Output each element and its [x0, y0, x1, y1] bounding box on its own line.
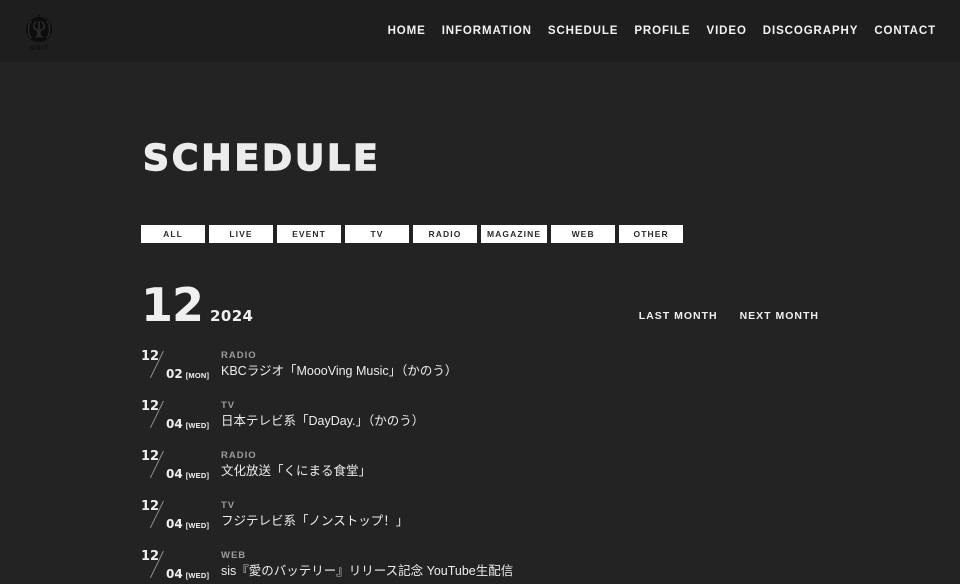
date-day: 02: [166, 367, 183, 381]
site-header: SIS/T HOME INFORMATION SCHEDULE PROFILE …: [0, 0, 960, 62]
nav-link-discography[interactable]: DISCOGRAPHY: [755, 25, 867, 37]
schedule-category: TV: [221, 400, 236, 411]
schedule-date: 12 04 [WED]: [141, 398, 221, 438]
month-year: 2024: [210, 307, 254, 325]
last-month-button[interactable]: LAST MONTH: [639, 310, 718, 322]
month-header: 12 2024 LAST MONTH NEXT MONTH: [141, 282, 819, 328]
nav-link-contact[interactable]: CONTACT: [866, 25, 944, 37]
date-dayofweek: [MON]: [185, 371, 210, 380]
month-navigation: LAST MONTH NEXT MONTH: [639, 310, 819, 328]
schedule-title: KBCラジオ「MoooVing Music」（かのう）: [221, 364, 458, 379]
date-month: 12: [141, 549, 160, 564]
schedule-title: フジテレビ系「ノンストップ！」: [221, 514, 409, 529]
date-dayofweek: [WED]: [185, 471, 210, 480]
site-logo[interactable]: SIS/T: [18, 10, 60, 54]
schedule-info: RADIO 文化放送「くにまる食堂」: [221, 448, 371, 481]
nav-link-profile[interactable]: PROFILE: [626, 25, 698, 37]
date-dayofweek: [WED]: [185, 421, 210, 430]
schedule-item[interactable]: 12 04 [WED] WEB sis『愛のバッテリー』リリース記念 YouTu…: [141, 548, 931, 584]
date-day: 04: [166, 567, 183, 581]
date-dayofweek: [WED]: [185, 571, 210, 580]
nav-link-information[interactable]: INFORMATION: [434, 25, 540, 37]
date-dayofweek: [WED]: [185, 521, 210, 530]
filter-button-web[interactable]: WEB: [551, 225, 616, 243]
schedule-item[interactable]: 12 04 [WED] TV フジテレビ系「ノンストップ！」: [141, 498, 931, 548]
filter-button-magazine[interactable]: MAGAZINE: [481, 225, 548, 243]
schedule-category: RADIO: [221, 450, 257, 461]
filter-button-event[interactable]: EVENT: [277, 225, 341, 243]
filter-button-live[interactable]: LIVE: [209, 225, 273, 243]
category-filter-bar: ALL LIVE EVENT TV RADIO MAGAZINE WEB OTH…: [141, 225, 684, 243]
filter-button-tv[interactable]: TV: [345, 225, 409, 243]
date-day-group: 04 [WED]: [166, 418, 209, 430]
schedule-info: TV フジテレビ系「ノンストップ！」: [221, 498, 408, 531]
page-body: SCHEDULE ALL LIVE EVENT TV RADIO MAGAZIN…: [0, 62, 960, 584]
schedule-info: TV 日本テレビ系「DayDay.」（かのう）: [221, 398, 424, 431]
schedule-category: WEB: [221, 550, 247, 561]
next-month-button[interactable]: NEXT MONTH: [740, 310, 819, 322]
filter-button-radio[interactable]: RADIO: [413, 225, 477, 243]
schedule-info: RADIO KBCラジオ「MoooVing Music」（かのう）: [221, 348, 457, 381]
schedule-category: RADIO: [221, 350, 257, 361]
sis-logo-icon: [22, 12, 56, 44]
date-day: 04: [166, 417, 183, 431]
schedule-date: 12 04 [WED]: [141, 448, 221, 488]
date-month: 12: [141, 499, 160, 514]
nav-link-schedule[interactable]: SCHEDULE: [540, 25, 626, 37]
schedule-item[interactable]: 12 02 [MON] RADIO KBCラジオ「MoooVing Music」…: [141, 348, 931, 398]
date-month: 12: [141, 399, 160, 414]
logo-wordmark: SIS/T: [29, 45, 49, 52]
date-day-group: 04 [WED]: [166, 518, 209, 530]
schedule-category: TV: [221, 500, 236, 511]
date-month: 12: [141, 349, 160, 364]
date-day-group: 04 [WED]: [166, 568, 209, 580]
current-month: 12 2024: [141, 282, 253, 328]
date-day: 04: [166, 517, 183, 531]
schedule-date: 12 02 [MON]: [141, 348, 221, 388]
filter-button-all[interactable]: ALL: [141, 225, 205, 243]
nav-link-video[interactable]: VIDEO: [699, 25, 755, 37]
month-number: 12: [141, 278, 204, 332]
schedule-info: WEB sis『愛のバッテリー』リリース記念 YouTube生配信: [221, 548, 513, 581]
page-title: SCHEDULE: [142, 137, 381, 180]
schedule-item[interactable]: 12 04 [WED] RADIO 文化放送「くにまる食堂」: [141, 448, 931, 498]
main-navigation: HOME INFORMATION SCHEDULE PROFILE VIDEO …: [380, 0, 944, 62]
nav-link-home[interactable]: HOME: [380, 25, 434, 37]
schedule-date: 12 04 [WED]: [141, 498, 221, 538]
schedule-title: 文化放送「くにまる食堂」: [221, 464, 372, 479]
filter-button-other[interactable]: OTHER: [619, 225, 684, 243]
date-day: 04: [166, 467, 183, 481]
date-month: 12: [141, 449, 160, 464]
date-day-group: 04 [WED]: [166, 468, 209, 480]
schedule-title: sis『愛のバッテリー』リリース記念 YouTube生配信: [221, 564, 514, 579]
schedule-date: 12 04 [WED]: [141, 548, 221, 584]
schedule-item[interactable]: 12 04 [WED] TV 日本テレビ系「DayDay.」（かのう）: [141, 398, 931, 448]
schedule-list: 12 02 [MON] RADIO KBCラジオ「MoooVing Music」…: [141, 348, 931, 584]
schedule-title: 日本テレビ系「DayDay.」（かのう）: [221, 414, 425, 429]
date-day-group: 02 [MON]: [166, 368, 209, 380]
